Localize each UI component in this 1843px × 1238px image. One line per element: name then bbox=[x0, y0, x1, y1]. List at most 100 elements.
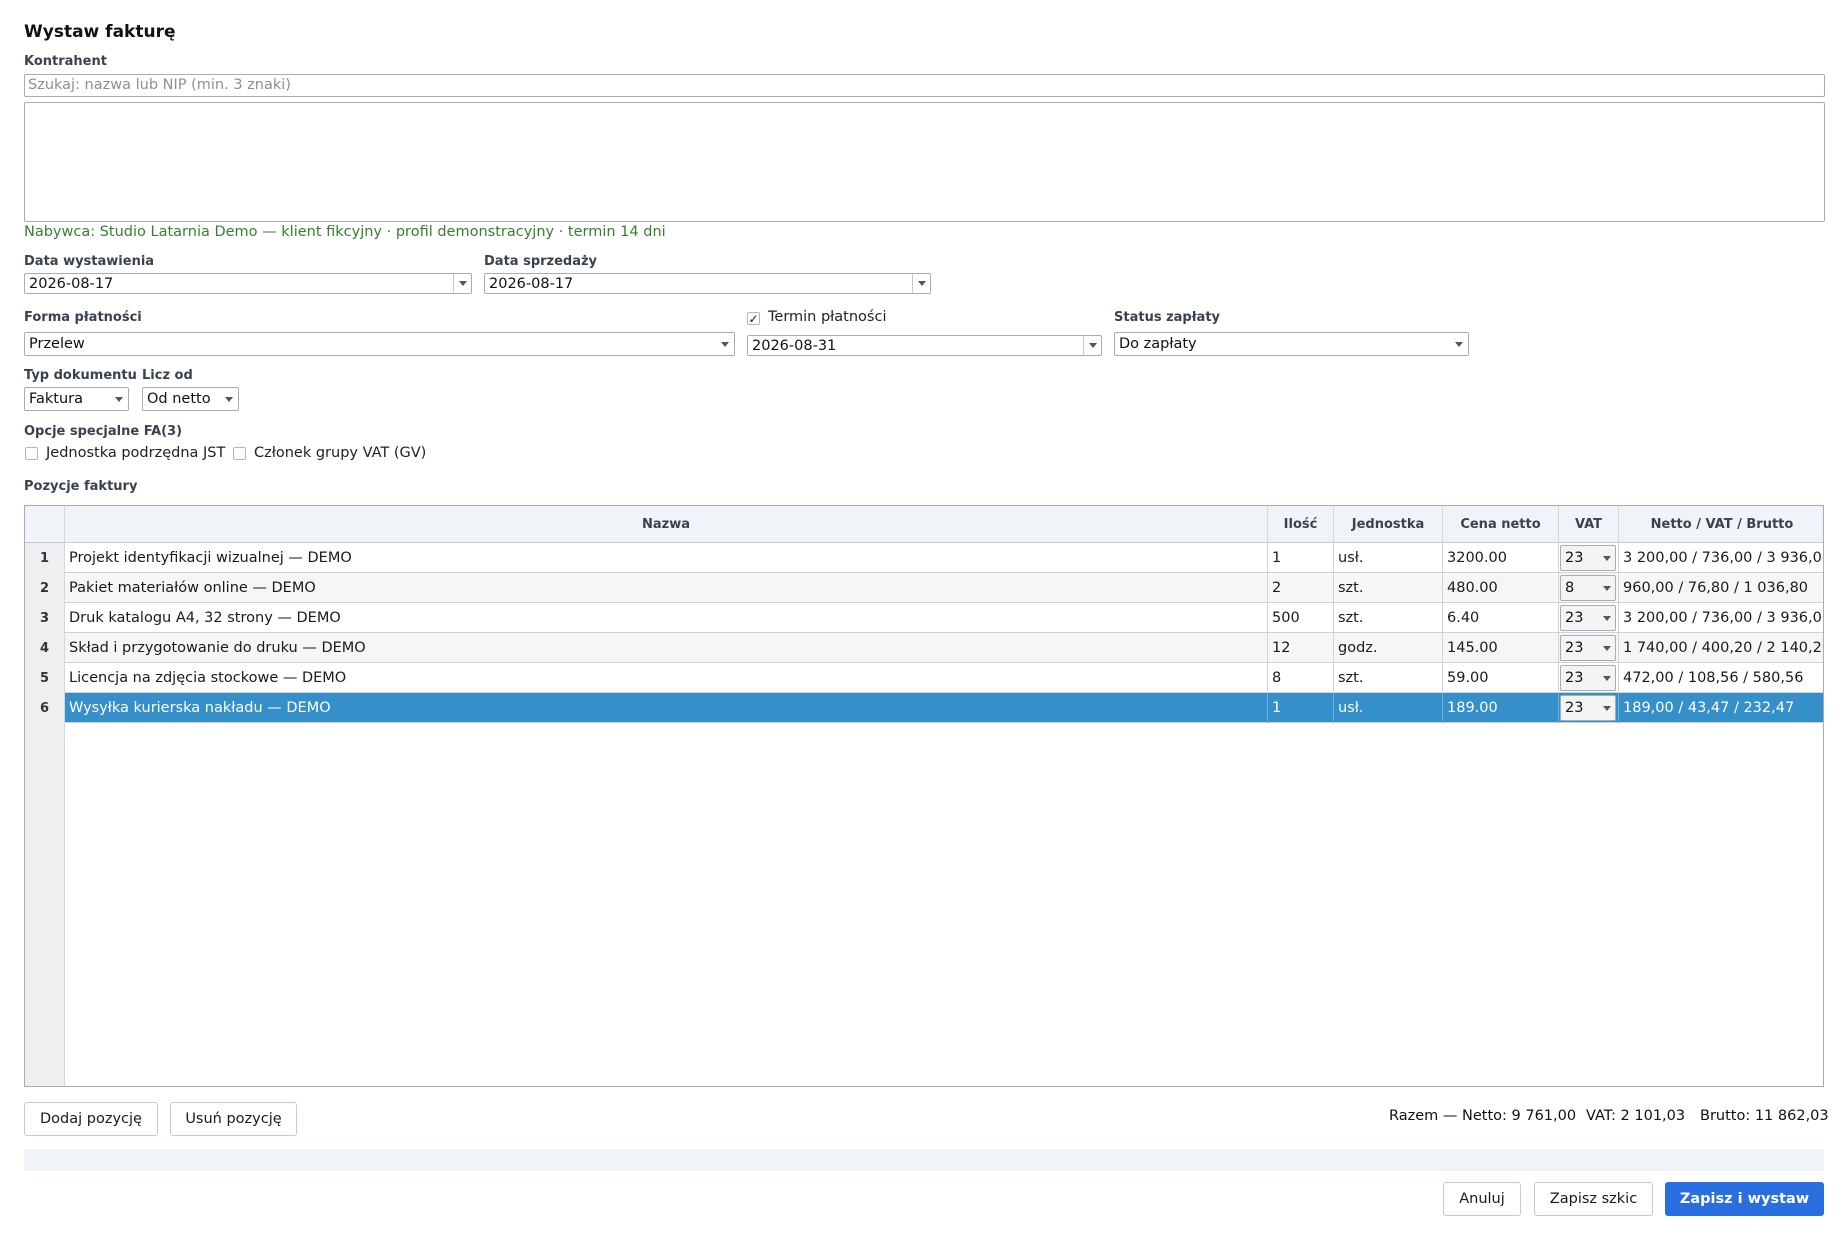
cell-name[interactable]: Projekt identyfikacji wizualnej — DEMO bbox=[65, 543, 1268, 573]
cell-unit[interactable]: usł. bbox=[1334, 543, 1443, 573]
cell-name[interactable]: Skład i przygotowanie do druku — DEMO bbox=[65, 633, 1268, 663]
cell-totals: 472,00 / 108,56 / 580,56 bbox=[1623, 670, 1804, 686]
chevron-down-icon[interactable] bbox=[1083, 336, 1101, 355]
issue-date-value: 2026-08-17 bbox=[29, 275, 114, 292]
cell-totals: 3 200,00 / 736,00 / 3 936,00 bbox=[1623, 610, 1824, 626]
table-row-selected[interactable]: 6 Wysyłka kurierska nakładu — DEMO 1 usł… bbox=[25, 693, 1823, 723]
cell-vat[interactable]: 23 bbox=[1559, 633, 1619, 663]
cell-price[interactable]: 189.00 bbox=[1443, 693, 1559, 723]
vat-select[interactable]: 23 bbox=[1560, 635, 1616, 661]
payment-form-label: Forma płatności bbox=[24, 310, 142, 325]
col-header-vat[interactable]: VAT bbox=[1559, 506, 1619, 543]
cancel-button[interactable]: Anuluj bbox=[1443, 1182, 1521, 1216]
table-row[interactable]: 3 Druk katalogu A4, 32 strony — DEMO 500… bbox=[25, 603, 1823, 633]
payment-form-select[interactable]: Przelew bbox=[24, 332, 735, 356]
cell-vat[interactable]: 23 bbox=[1559, 663, 1619, 693]
col-header-name[interactable]: Nazwa bbox=[65, 506, 1268, 543]
payment-status-value: Do zapłaty bbox=[1119, 336, 1197, 352]
chevron-down-icon[interactable] bbox=[453, 274, 471, 293]
special-options-label: Opcje specjalne FA(3) bbox=[24, 424, 183, 439]
chevron-down-icon bbox=[1599, 645, 1615, 651]
due-date-checkbox[interactable]: ✓ bbox=[747, 312, 760, 325]
cell-unit[interactable]: szt. bbox=[1334, 663, 1443, 693]
calc-from-value: Od netto bbox=[147, 391, 211, 407]
table-row[interactable]: 4 Skład i przygotowanie do druku — DEMO … bbox=[25, 633, 1823, 663]
table-row[interactable]: 1 Projekt identyfikacji wizualnej — DEMO… bbox=[25, 543, 1823, 573]
save-and-issue-button[interactable]: Zapisz i wystaw bbox=[1665, 1182, 1824, 1216]
cell-price[interactable]: 480.00 bbox=[1443, 573, 1559, 603]
cell-vat[interactable]: 23 bbox=[1559, 693, 1619, 723]
jst-checkbox[interactable] bbox=[25, 447, 38, 460]
vat-select[interactable]: 23 bbox=[1560, 665, 1616, 691]
calc-from-select[interactable]: Od netto bbox=[142, 387, 239, 411]
row-number: 3 bbox=[25, 603, 65, 633]
col-header-price[interactable]: Cena netto bbox=[1443, 506, 1559, 543]
cell-unit[interactable]: godz. bbox=[1334, 633, 1443, 663]
cell-qty[interactable]: 500 bbox=[1268, 603, 1334, 633]
jst-label: Jednostka podrzędna JST bbox=[46, 445, 226, 461]
cell-qty[interactable]: 1 bbox=[1268, 693, 1334, 723]
due-date-picker[interactable]: 2026-08-31 bbox=[747, 335, 1102, 356]
cell-unit[interactable]: szt. bbox=[1334, 573, 1443, 603]
cell-name[interactable]: Pakiet materiałów online — DEMO bbox=[65, 573, 1268, 603]
vat-value: 8 bbox=[1565, 580, 1575, 596]
invoice-items-label: Pozycje faktury bbox=[24, 479, 138, 494]
contractor-results-list[interactable] bbox=[24, 102, 1825, 222]
cell-totals: 189,00 / 43,47 / 232,47 bbox=[1623, 700, 1795, 716]
gv-checkbox[interactable] bbox=[233, 447, 246, 460]
issue-date-picker[interactable]: 2026-08-17 bbox=[24, 273, 472, 294]
remove-item-button[interactable]: Usuń pozycję bbox=[170, 1102, 297, 1136]
sale-date-value: 2026-08-17 bbox=[489, 275, 574, 292]
chevron-down-icon bbox=[1450, 333, 1468, 355]
sale-date-picker[interactable]: 2026-08-17 bbox=[484, 273, 931, 294]
table-row[interactable]: 2 Pakiet materiałów online — DEMO 2 szt.… bbox=[25, 573, 1823, 603]
cell-price[interactable]: 59.00 bbox=[1443, 663, 1559, 693]
cell-unit[interactable]: usł. bbox=[1334, 693, 1443, 723]
cell-price[interactable]: 3200.00 bbox=[1443, 543, 1559, 573]
cell-qty[interactable]: 8 bbox=[1268, 663, 1334, 693]
chevron-down-icon bbox=[716, 333, 734, 355]
doc-type-value: Faktura bbox=[29, 391, 84, 407]
col-header-unit[interactable]: Jednostka bbox=[1334, 506, 1443, 543]
payment-status-label: Status zapłaty bbox=[1114, 310, 1221, 325]
cell-name[interactable]: Druk katalogu A4, 32 strony — DEMO bbox=[65, 603, 1268, 633]
buyer-note: Nabywca: Studio Latarnia Demo — klient f… bbox=[24, 224, 666, 240]
save-draft-button[interactable]: Zapisz szkic bbox=[1534, 1182, 1653, 1216]
cell-name[interactable]: Wysyłka kurierska nakładu — DEMO bbox=[65, 693, 1268, 723]
cell-qty[interactable]: 12 bbox=[1268, 633, 1334, 663]
issue-date-label: Data wystawienia bbox=[24, 254, 155, 269]
vat-value: 23 bbox=[1565, 640, 1584, 656]
cell-price[interactable]: 6.40 bbox=[1443, 603, 1559, 633]
doc-type-select[interactable]: Faktura bbox=[24, 387, 129, 411]
check-icon: ✓ bbox=[748, 311, 759, 326]
vat-select[interactable]: 23 bbox=[1560, 545, 1616, 571]
cell-unit[interactable]: szt. bbox=[1334, 603, 1443, 633]
vat-select[interactable]: 8 bbox=[1560, 575, 1616, 601]
chevron-down-icon bbox=[110, 388, 128, 410]
chevron-down-icon[interactable] bbox=[912, 274, 930, 293]
cell-vat[interactable]: 23 bbox=[1559, 543, 1619, 573]
col-header-totals[interactable]: Netto / VAT / Brutto bbox=[1619, 506, 1823, 543]
vat-select[interactable]: 23 bbox=[1560, 605, 1616, 631]
invoice-items-table[interactable]: Nazwa Ilość Jednostka Cena netto VAT Net… bbox=[24, 505, 1824, 1087]
vat-value: 23 bbox=[1565, 610, 1584, 626]
row-number: 4 bbox=[25, 633, 65, 663]
table-header: Nazwa Ilość Jednostka Cena netto VAT Net… bbox=[25, 506, 1823, 543]
due-date-value: 2026-08-31 bbox=[752, 337, 837, 354]
table-row[interactable]: 5 Licencja na zdjęcia stockowe — DEMO 8 … bbox=[25, 663, 1823, 693]
cell-vat[interactable]: 8 bbox=[1559, 573, 1619, 603]
add-item-button[interactable]: Dodaj pozycję bbox=[24, 1102, 158, 1136]
cell-vat[interactable]: 23 bbox=[1559, 603, 1619, 633]
payment-status-select[interactable]: Do zapłaty bbox=[1114, 332, 1469, 356]
row-number: 1 bbox=[25, 543, 65, 573]
cell-price[interactable]: 145.00 bbox=[1443, 633, 1559, 663]
cell-name[interactable]: Licencja na zdjęcia stockowe — DEMO bbox=[65, 663, 1268, 693]
page-title: Wystaw fakturę bbox=[24, 22, 176, 42]
cell-qty[interactable]: 2 bbox=[1268, 573, 1334, 603]
col-header-qty[interactable]: Ilość bbox=[1268, 506, 1334, 543]
total-net: Razem — Netto: 9 761,00 bbox=[1389, 1108, 1577, 1124]
vat-select[interactable]: 23 bbox=[1560, 695, 1616, 721]
cell-qty[interactable]: 1 bbox=[1268, 543, 1334, 573]
total-gross: Brutto: 11 862,03 bbox=[1700, 1108, 1829, 1124]
contractor-search-input[interactable]: Szukaj: nazwa lub NIP (min. 3 znaki) bbox=[24, 74, 1825, 97]
